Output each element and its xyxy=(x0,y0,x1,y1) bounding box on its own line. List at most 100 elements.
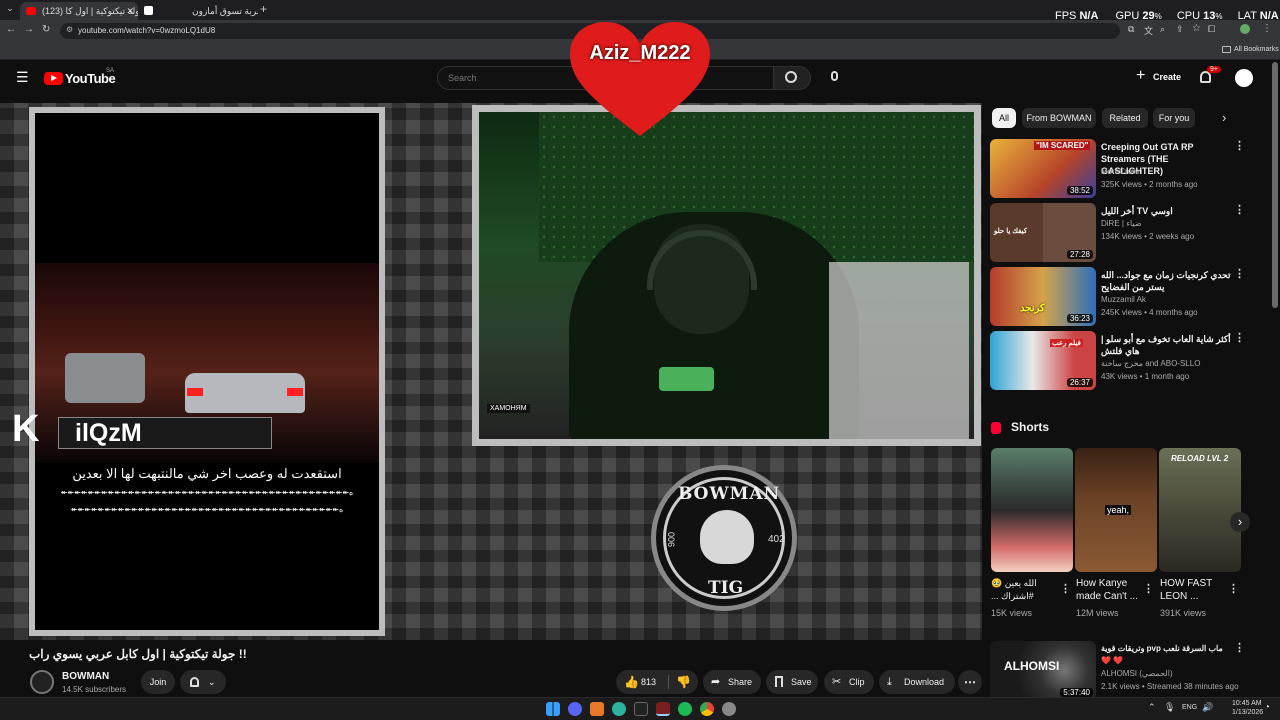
channel-avatar[interactable] xyxy=(30,670,54,694)
voice-search-button[interactable] xyxy=(823,66,847,90)
short-item[interactable]: yeah, xyxy=(1075,448,1157,572)
more-options-icon[interactable]: ⋮ xyxy=(1234,203,1245,216)
more-options-icon[interactable]: ⋮ xyxy=(1234,641,1245,654)
eagle-icon xyxy=(700,510,754,564)
browser-menu-icon[interactable]: ⋮ xyxy=(1262,23,1272,34)
profile-icon[interactable] xyxy=(1240,24,1250,34)
account-avatar[interactable] xyxy=(1235,69,1253,87)
share-page-icon[interactable]: ⇪ xyxy=(1176,24,1184,35)
recommendation-item[interactable]: ALHOMSI 5:37:40 ماب السرقة نلعب pvp وتري… xyxy=(990,641,1250,700)
windows-taskbar: ⌃ 🎙 ENG 🔊 10:45 AM 1/13/2026 ◔ xyxy=(0,697,1280,720)
download-icon: ⤓ xyxy=(887,676,892,688)
more-options-icon[interactable]: ⋮ xyxy=(1234,139,1245,152)
chip-all[interactable]: All xyxy=(992,108,1016,128)
recommendation-item[interactable]: "IM SCARED" 38:52 Creeping Out GTA RP St… xyxy=(990,139,1250,201)
chip-for-you[interactable]: For you xyxy=(1153,108,1195,128)
more-icon: ⋯ xyxy=(964,675,976,689)
more-options-icon[interactable]: ⋮ xyxy=(1143,582,1154,595)
spotify-icon[interactable] xyxy=(678,702,692,716)
edge-icon[interactable] xyxy=(612,702,626,716)
join-button[interactable]: Join xyxy=(141,670,175,694)
clock-time[interactable]: 10:45 AM xyxy=(1232,700,1262,707)
tab-close-icon[interactable]: ✕ xyxy=(126,2,134,20)
language-indicator[interactable]: ENG xyxy=(1182,704,1197,711)
share-button[interactable]: ➦ Share xyxy=(703,670,761,694)
discord-icon[interactable] xyxy=(568,702,582,716)
more-options-icon[interactable]: ⋮ xyxy=(1060,582,1071,595)
duration-badge: 38:52 xyxy=(1066,186,1093,195)
caption-line-3: ه↞↞↞↞↞↞↞↞↞↞↞↞↞↞↞↞↞↞↞↞↞↞↞↞↞↞↞↞↞↞↞↞↞↞↞↞↞↞↞… xyxy=(70,505,344,514)
reload-icon[interactable]: ↻ xyxy=(42,24,50,35)
create-button[interactable]: + Create xyxy=(1128,66,1188,90)
subscribed-bell-button[interactable]: ⌄ xyxy=(180,670,226,694)
channel-name[interactable]: BOWMAN xyxy=(62,671,109,682)
chip-label: From BOWMAN xyxy=(1026,113,1092,123)
player-name-tag: ilQzM xyxy=(58,417,272,449)
obs-icon[interactable] xyxy=(656,702,670,716)
short-item[interactable]: RELOAD LVL 2 xyxy=(1159,448,1241,572)
bookmark-star-icon[interactable]: ☆ xyxy=(1192,23,1201,34)
more-options-icon[interactable]: ⋮ xyxy=(1234,331,1245,344)
more-options-icon[interactable]: ⋮ xyxy=(1228,582,1239,595)
site-info-icon[interactable]: ⚙ xyxy=(66,25,73,34)
dislike-button[interactable]: 👎 xyxy=(670,670,698,694)
settings-gear-icon[interactable] xyxy=(722,702,736,716)
channel-name: Muzzamil Ak xyxy=(1101,295,1146,304)
windows-start-icon[interactable] xyxy=(546,702,560,716)
tray-mic-icon[interactable]: 🎙 xyxy=(1164,702,1175,713)
chrome-icon[interactable] xyxy=(700,702,714,716)
download-button[interactable]: ⤓ Download xyxy=(879,670,955,694)
youtube-favicon-icon xyxy=(26,7,36,15)
tray-chevron-icon[interactable]: ⌃ xyxy=(1148,702,1156,713)
youtube-logo[interactable]: YouTube SA xyxy=(44,68,124,87)
short-views: 391K views xyxy=(1160,608,1207,618)
search-button[interactable] xyxy=(773,66,811,90)
chip-from-bowman[interactable]: From BOWMAN xyxy=(1022,108,1096,128)
extensions-icon[interactable]: ⧠ xyxy=(1208,24,1215,35)
chevron-right-icon: › xyxy=(1237,514,1243,529)
app-icon[interactable] xyxy=(590,702,604,716)
clip-button[interactable]: ✂ Clip xyxy=(824,670,874,694)
url-text: youtube.com/watch?v=0wzmoLQ1dU8 xyxy=(78,26,216,35)
video-player[interactable]: استقعدت له وعصب اخر شي مالنتبهت لها الا … xyxy=(0,103,982,640)
player-name: ilQzM xyxy=(75,419,142,447)
install-icon[interactable]: ⧉ xyxy=(1128,24,1134,35)
page-scrollbar[interactable] xyxy=(1272,62,1278,308)
notification-center-icon[interactable]: ◔ xyxy=(1264,702,1270,713)
browser-tab-youtube[interactable]: (123) جولة تيكتوكية | اول كا... ✕ xyxy=(20,2,138,20)
recommendation-item[interactable]: كرنجد 36:23 تحدي كرنجيات زمان مع جواد...… xyxy=(990,267,1250,329)
save-button[interactable]: Save xyxy=(766,670,818,694)
tab-menu-icon[interactable]: ⌄ xyxy=(4,3,16,14)
hamburger-menu-icon[interactable]: ☰ xyxy=(16,69,29,86)
back-icon[interactable]: ← xyxy=(6,24,16,35)
more-options-icon[interactable]: ⋮ xyxy=(1234,267,1245,280)
country-code: SA xyxy=(106,68,115,74)
volume-icon[interactable]: 🔊 xyxy=(1202,702,1213,713)
recommendation-item[interactable]: كيفك يا حلو 27:28 اوسي TV أخر الليل DiRE… xyxy=(990,203,1250,265)
short-views: 12M views xyxy=(1076,608,1119,618)
shorts-next-button[interactable]: › xyxy=(1230,512,1250,532)
more-actions-button[interactable]: ⋯ xyxy=(958,670,982,694)
new-tab-icon[interactable]: + xyxy=(260,2,267,16)
translate-icon[interactable]: 文 xyxy=(1144,24,1153,37)
share-icon: ➦ xyxy=(711,676,721,688)
like-button[interactable]: 👍 813 xyxy=(616,670,666,694)
browser-tab-amazon[interactable]: عربة تسوق أمازون xyxy=(140,2,258,20)
chevron-right-icon[interactable]: › xyxy=(1222,110,1226,125)
short-item[interactable] xyxy=(991,448,1073,572)
duration-badge: 27:28 xyxy=(1066,250,1093,259)
video-title: تحدي كرنجيات زمان مع جواد... الله يستر م… xyxy=(1101,270,1231,292)
webcam-view: ХАМОНЯМ xyxy=(479,112,974,439)
terminal-icon[interactable] xyxy=(634,702,648,716)
all-bookmarks-link[interactable]: All Bookmarks xyxy=(1234,46,1279,53)
scissors-icon: ✂ xyxy=(832,676,842,688)
clock-date[interactable]: 1/13/2026 xyxy=(1232,709,1263,716)
zoom-icon[interactable]: ⌕ xyxy=(1160,24,1165,35)
heart-overlay: Aziz_M222 xyxy=(566,20,714,138)
recommendation-item[interactable]: فيلم رعب 26:37 أكثر شاية العاب تخوف مع أ… xyxy=(990,331,1250,393)
video-title: !! جولة تيكتوكية | اول كابل عربي يسوي را… xyxy=(29,647,247,661)
chip-related[interactable]: Related xyxy=(1102,108,1148,128)
video-meta: 245K views • 4 months ago xyxy=(1101,308,1198,317)
notifications-button[interactable]: 9+ xyxy=(1196,66,1221,90)
forward-icon[interactable]: → xyxy=(24,24,34,35)
